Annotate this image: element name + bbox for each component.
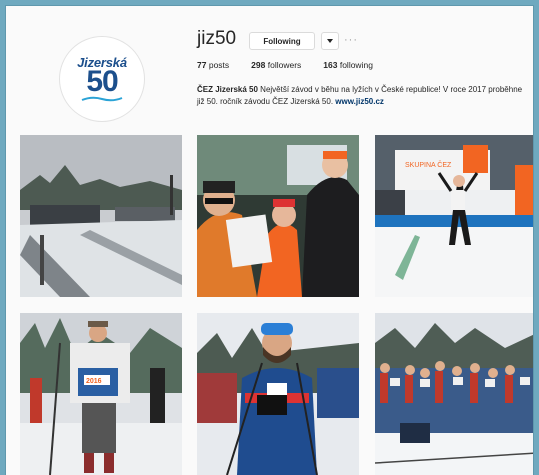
- instagram-profile-page: Jizerská 50 jiz50 Following ··· 77 posts…: [6, 6, 533, 475]
- photo-tile-5[interactable]: [197, 313, 359, 475]
- profile-stats: 77 posts 298 followers 163 following: [197, 60, 373, 70]
- retro-skier-photo: 2016: [20, 313, 182, 475]
- profile-username: jiz50: [197, 28, 237, 49]
- following-button[interactable]: Following: [249, 32, 315, 50]
- profile-avatar[interactable]: Jizerská 50: [59, 36, 145, 122]
- photo-tile-3[interactable]: SKUPINA ČEZ: [375, 135, 533, 297]
- crowd-finish-photo: [375, 313, 533, 475]
- suggestions-dropdown-button[interactable]: [321, 32, 339, 50]
- stadium-photo: [20, 135, 182, 297]
- photo-tile-2[interactable]: [197, 135, 359, 297]
- logo-wave-icon: [81, 96, 123, 102]
- more-options-icon[interactable]: ···: [344, 34, 358, 46]
- bib-number-text: 2016: [86, 378, 102, 385]
- posts-stat: 77 posts: [197, 60, 230, 70]
- following-stat[interactable]: 163 following: [323, 60, 373, 70]
- bearded-skier-photo: [197, 313, 359, 475]
- photo-tile-1[interactable]: [20, 135, 182, 297]
- followers-stat[interactable]: 298 followers: [251, 60, 301, 70]
- bio-link[interactable]: www.jiz50.cz: [335, 97, 384, 106]
- avatar-logo-number: 50: [86, 65, 118, 98]
- cez-banner-text: SKUPINA ČEZ: [405, 160, 452, 169]
- photo-tile-4[interactable]: 2016: [20, 313, 182, 475]
- finish-line-photo: SKUPINA ČEZ: [375, 135, 533, 297]
- photo-tile-6[interactable]: [375, 313, 533, 475]
- caret-down-icon: [327, 39, 333, 43]
- certificate-photo: [197, 135, 359, 297]
- profile-bio: ČEZ Jizerská 50 Největší závod v běhu na…: [197, 85, 523, 106]
